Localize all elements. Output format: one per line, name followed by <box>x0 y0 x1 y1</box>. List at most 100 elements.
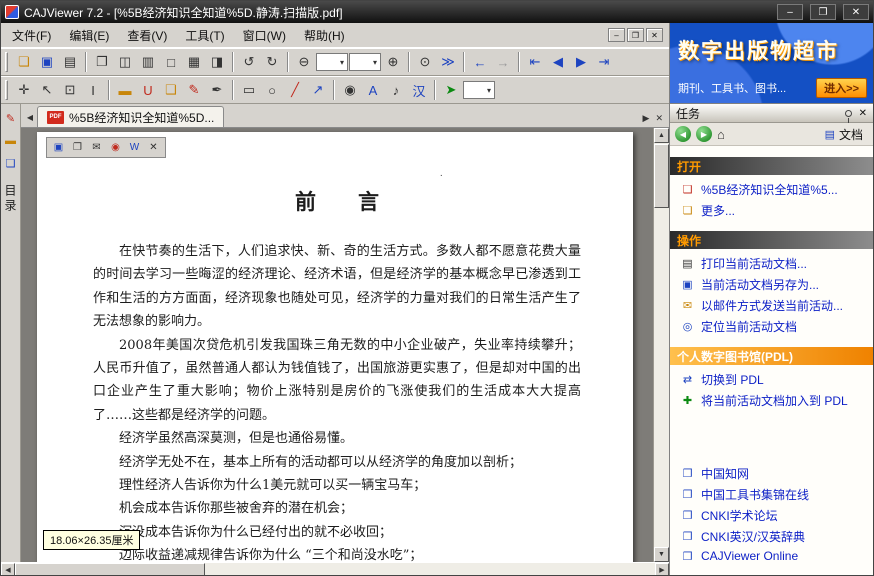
menu-help[interactable]: 帮助(H) <box>295 23 354 48</box>
previous-page-button[interactable]: ◀ <box>547 51 569 73</box>
page-mail-button[interactable]: ✉ <box>88 140 105 155</box>
next-view-button[interactable]: → <box>492 51 514 73</box>
open-more-link[interactable]: ❏更多... <box>672 200 871 221</box>
note-tool-button[interactable]: ❑ <box>160 79 182 101</box>
section-header-actions[interactable]: 操作 <box>670 231 873 249</box>
scroll-right-button[interactable]: ▶ <box>655 563 669 576</box>
open-button[interactable]: ❏ <box>13 51 35 73</box>
menu-view[interactable]: 查看(V) <box>118 23 176 48</box>
text-select-tool-button[interactable]: I <box>82 79 104 101</box>
mail-current-doc-link[interactable]: ✉以邮件方式发送当前活动... <box>672 295 871 316</box>
nav-back-button[interactable]: ◀ <box>675 126 691 142</box>
page-actual-size-button[interactable]: ❐ <box>91 51 113 73</box>
strip-pen-icon[interactable]: ✎ <box>6 112 15 125</box>
link-cnki-dictionary[interactable]: ❒CNKI英汉/汉英辞典 <box>672 526 871 547</box>
menu-window[interactable]: 窗口(W) <box>234 23 295 48</box>
previous-view-button[interactable]: ← <box>469 51 491 73</box>
tab-scroll-left-button[interactable]: ◀ <box>23 107 37 127</box>
print-current-doc-link[interactable]: ▤打印当前活动文档... <box>672 253 871 274</box>
page-copy-button[interactable]: ❐ <box>69 140 86 155</box>
menu-tools[interactable]: 工具(T) <box>176 23 233 48</box>
arrow-tool-button[interactable]: ↗ <box>307 79 329 101</box>
maximize-button[interactable]: ❐ <box>810 4 836 20</box>
digital-market-banner[interactable]: 数字出版物超市 期刊、工具书、图书... 进入>> <box>670 23 873 104</box>
task-pane-doc-tab[interactable]: ▤ 文档 <box>820 125 868 144</box>
rotate-right-button[interactable]: ↻ <box>261 51 283 73</box>
switch-to-pdl-link[interactable]: ⇄切换到 PDL <box>672 369 871 390</box>
first-page-button[interactable]: ⇤ <box>524 51 546 73</box>
strip-note-icon[interactable]: ❑ <box>6 157 16 170</box>
print-button[interactable]: ▤ <box>59 51 81 73</box>
scroll-down-button[interactable]: ▼ <box>654 547 669 562</box>
highlight-tool-button[interactable]: ▬ <box>114 79 136 101</box>
pen-tool-button[interactable]: ✒ <box>206 79 228 101</box>
nav-forward-button[interactable]: ▶ <box>696 126 712 142</box>
vertical-scrollbar[interactable]: ▲ ▼ <box>653 128 669 562</box>
banner-enter-button[interactable]: 进入>> <box>816 78 867 98</box>
scroll-up-button[interactable]: ▲ <box>654 128 669 143</box>
saveas-current-doc-link[interactable]: ▣当前活动文档另存为... <box>672 274 871 295</box>
menu-file[interactable]: 文件(F) <box>3 23 60 48</box>
last-page-button[interactable]: ⇥ <box>593 51 615 73</box>
translate-button[interactable]: 汉 <box>408 79 430 101</box>
page-word-export-button[interactable]: W <box>126 140 143 155</box>
open-current-doc-link[interactable]: ❑%5B经济知识全知道%5... <box>672 179 871 200</box>
link-reference-books[interactable]: ❒中国工具书集锦在线 <box>672 484 871 505</box>
toolbar-grip[interactable] <box>5 80 8 100</box>
page-save-button[interactable]: ▣ <box>50 140 67 155</box>
strip-highlight-icon[interactable]: ▬ <box>5 135 16 147</box>
link-cajviewer-online[interactable]: ❒CAJViewer Online <box>672 547 871 565</box>
locate-current-doc-link[interactable]: ◎定位当前活动文档 <box>672 316 871 337</box>
rectangle-tool-button[interactable]: ▭ <box>238 79 260 101</box>
line-tool-button[interactable]: ╱ <box>284 79 306 101</box>
continuous-page-button[interactable]: ▦ <box>183 51 205 73</box>
scroll-left-button[interactable]: ◀ <box>1 563 15 576</box>
page-stamp-button[interactable]: ◉ <box>107 140 124 155</box>
task-pane-close-button[interactable]: ✕ <box>859 108 867 119</box>
send-to-button[interactable]: ➤ <box>440 79 462 101</box>
mdi-minimize-button[interactable]: – <box>608 28 625 42</box>
link-cnki-forum[interactable]: ❒CNKI学术论坛 <box>672 505 871 526</box>
oval-tool-button[interactable]: ○ <box>261 79 283 101</box>
add-to-pdl-link[interactable]: ✚将当前活动文档加入到 PDL <box>672 390 871 411</box>
home-icon[interactable]: ⌂ <box>717 127 725 142</box>
document-tab[interactable]: PDF %5B经济知识全知道%5D... <box>37 106 224 127</box>
page-fit-button[interactable]: ◫ <box>114 51 136 73</box>
pin-icon[interactable] <box>845 110 852 117</box>
horizontal-scroll-thumb[interactable] <box>15 563 205 576</box>
facing-page-button[interactable]: ◨ <box>206 51 228 73</box>
mdi-close-button[interactable]: ✕ <box>646 28 663 42</box>
save-button[interactable]: ▣ <box>36 51 58 73</box>
rotate-left-button[interactable]: ↺ <box>238 51 260 73</box>
vertical-scroll-thumb[interactable] <box>654 144 669 208</box>
camera-button[interactable]: ◉ <box>339 79 361 101</box>
zoom-level-dropdown[interactable]: ▾ <box>349 53 381 71</box>
tab-close-button[interactable]: ✕ <box>655 113 663 124</box>
find-button[interactable]: ⊙ <box>414 51 436 73</box>
minimize-button[interactable]: – <box>777 4 803 20</box>
pencil-tool-button[interactable]: ✎ <box>183 79 205 101</box>
section-header-open[interactable]: 打开 <box>670 157 873 175</box>
page-width-button[interactable]: ▥ <box>137 51 159 73</box>
zoom-in-button[interactable]: ⊕ <box>382 51 404 73</box>
next-page-button[interactable]: ▶ <box>570 51 592 73</box>
tab-scroll-right-button[interactable]: ▶ <box>643 113 650 124</box>
menu-edit[interactable]: 编辑(E) <box>60 23 118 48</box>
find-next-button[interactable]: ≫ <box>437 51 459 73</box>
single-page-button[interactable]: □ <box>160 51 182 73</box>
section-header-pdl[interactable]: 个人数字图书馆(PDL) <box>670 347 873 365</box>
zoom-mode-dropdown[interactable]: ▾ <box>316 53 348 71</box>
close-button[interactable]: ✕ <box>843 4 869 20</box>
link-cnki[interactable]: ❒中国知网 <box>672 463 871 484</box>
horizontal-scrollbar[interactable]: ◀ ▶ <box>1 562 669 576</box>
snapshot-tool-button[interactable]: ⊡ <box>59 79 81 101</box>
toolbar-grip[interactable] <box>5 52 8 72</box>
sidebar-tab-toc[interactable]: 目录 <box>2 184 19 214</box>
underline-tool-button[interactable]: U <box>137 79 159 101</box>
select-tool-button[interactable]: ↖ <box>36 79 58 101</box>
page-toolbar-close-button[interactable]: ✕ <box>145 140 162 155</box>
send-to-dropdown[interactable]: ▾ <box>463 81 495 99</box>
sound-button[interactable]: ♪ <box>385 79 407 101</box>
mdi-restore-button[interactable]: ❐ <box>627 28 644 42</box>
ocr-button[interactable]: A <box>362 79 384 101</box>
